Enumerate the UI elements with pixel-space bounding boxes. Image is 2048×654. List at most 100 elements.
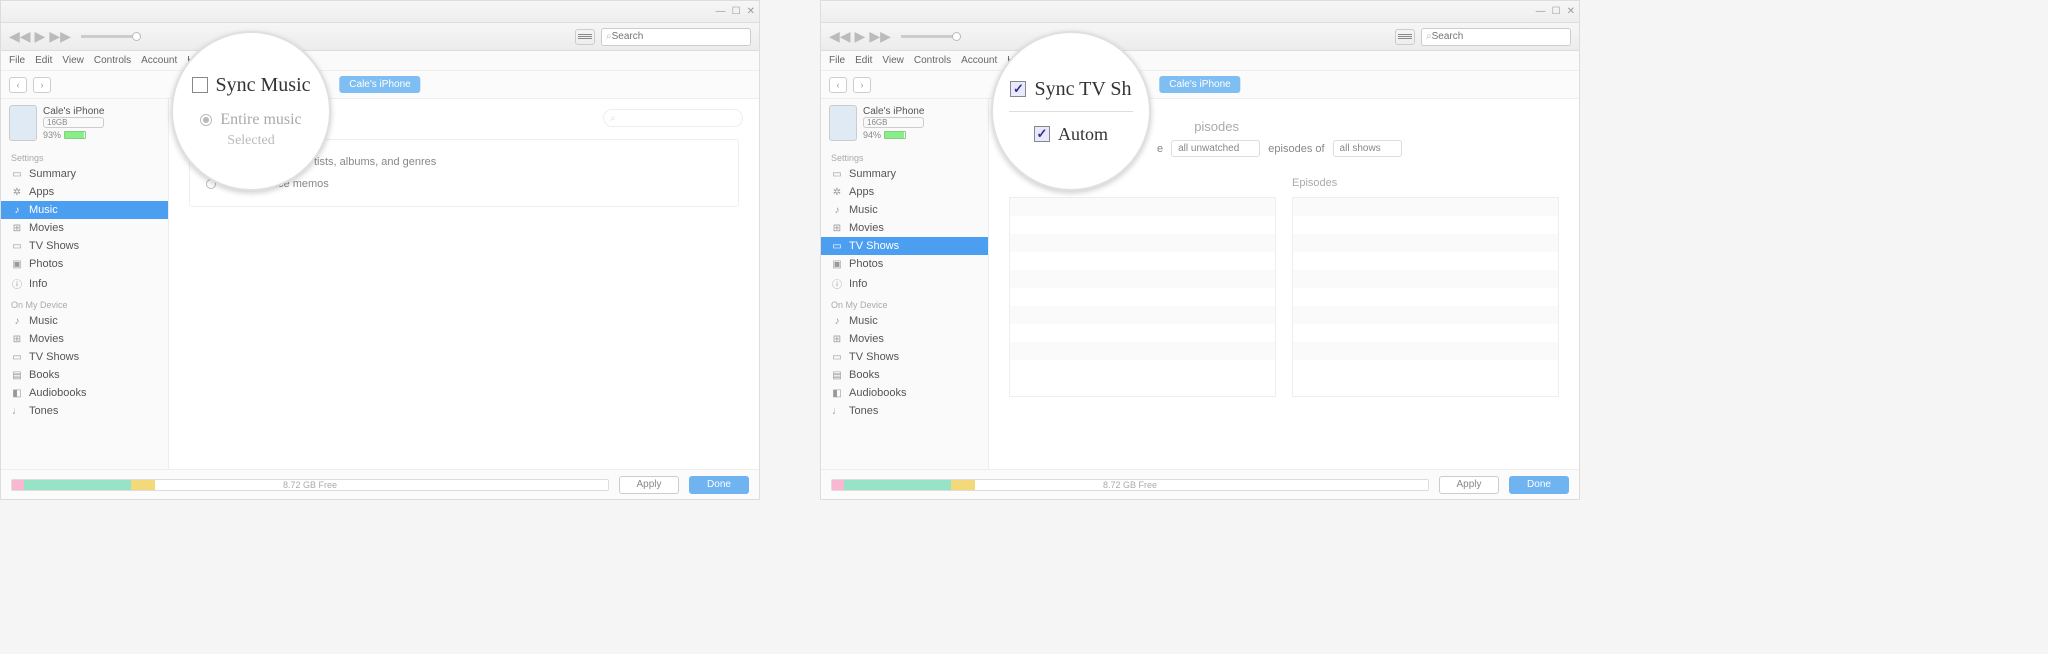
summary-icon: ▭ (831, 169, 843, 180)
sidebar-item-od-audiobooks[interactable]: ◧Audiobooks (821, 384, 988, 402)
sidebar-item-movies[interactable]: ⊞Movies (821, 219, 988, 237)
sidebar-item-od-books[interactable]: ▤Books (1, 366, 168, 384)
sidebar-item-tvshows[interactable]: ▭TV Shows (1, 237, 168, 255)
sidebar-item-od-tones[interactable]: ♩Tones (821, 402, 988, 420)
menu-file[interactable]: File (9, 55, 25, 66)
minimize-button[interactable]: — (1536, 6, 1546, 17)
previous-icon[interactable]: ◀◀ (9, 28, 31, 45)
sidebar-item-music[interactable]: ♪Music (1, 201, 168, 219)
apply-button[interactable]: Apply (619, 476, 679, 494)
titlebar: — ☐ ✕ (821, 1, 1579, 23)
sidebar-item-movies[interactable]: ⊞Movies (1, 219, 168, 237)
tvshows-icon: ▭ (831, 352, 843, 363)
sidebar: Cale's iPhone 16GB 93% Settings ▭Summary… (1, 99, 169, 469)
device-pill[interactable]: Cale's iPhone (1159, 76, 1240, 93)
search-input[interactable]: ⌕ (1421, 28, 1571, 46)
magnifier-lens: Sync TV Sh Autom (991, 31, 1151, 191)
device-name: Cale's iPhone (863, 106, 924, 117)
menubar: File Edit View Controls Account Help (821, 51, 1579, 71)
sidebar-item-od-tvshows[interactable]: ▭TV Shows (821, 348, 988, 366)
volume-slider[interactable] (81, 35, 141, 38)
sidebar-item-od-tones[interactable]: ♩Tones (1, 402, 168, 420)
sidebar-header-settings: Settings (821, 147, 988, 165)
sidebar-item-apps[interactable]: ✲Apps (821, 183, 988, 201)
sidebar-item-music[interactable]: ♪Music (821, 201, 988, 219)
sidebar-item-od-books[interactable]: ▤Books (821, 366, 988, 384)
unwatched-select[interactable]: all unwatched (1171, 140, 1260, 157)
sidebar-item-od-tvshows[interactable]: ▭TV Shows (1, 348, 168, 366)
episodes-list[interactable] (1292, 197, 1559, 397)
sidebar-item-tvshows[interactable]: ▭TV Shows (821, 237, 988, 255)
menu-controls[interactable]: Controls (94, 55, 131, 66)
next-icon[interactable]: ▶▶ (49, 28, 71, 45)
sidebar-item-od-music[interactable]: ♪Music (1, 312, 168, 330)
menu-view[interactable]: View (62, 55, 84, 66)
done-button[interactable]: Done (689, 476, 749, 494)
menu-account[interactable]: Account (141, 55, 177, 66)
sidebar-item-summary[interactable]: ▭Summary (821, 165, 988, 183)
apps-icon: ✲ (831, 187, 843, 198)
minimize-button[interactable]: — (716, 6, 726, 17)
list-view-button[interactable] (1395, 29, 1415, 45)
storage-free-label: 8.72 GB Free (832, 480, 1428, 490)
device-capacity: 16GB (863, 117, 924, 128)
play-icon[interactable]: ▶ (35, 28, 46, 45)
sidebar-item-od-music[interactable]: ♪Music (821, 312, 988, 330)
movies-icon: ⊞ (11, 334, 23, 345)
itunes-window-right: — ☐ ✕ ◀◀ ▶ ▶▶ ⌕ File Edit View Controls … (820, 0, 1580, 500)
close-button[interactable]: ✕ (1567, 6, 1575, 17)
photos-icon: ▣ (831, 259, 843, 270)
volume-slider[interactable] (901, 35, 961, 38)
sidebar-item-od-movies[interactable]: ⊞Movies (1, 330, 168, 348)
menu-file[interactable]: File (829, 55, 845, 66)
sidebar-item-apps[interactable]: ✲Apps (1, 183, 168, 201)
close-button[interactable]: ✕ (747, 6, 755, 17)
sidebar-item-summary[interactable]: ▭Summary (1, 165, 168, 183)
device-banner[interactable]: Cale's iPhone 16GB 94% (821, 99, 988, 147)
list-view-button[interactable] (575, 29, 595, 45)
sidebar-item-photos[interactable]: ▣Photos (1, 255, 168, 273)
device-banner[interactable]: Cale's iPhone 16GB 93% (1, 99, 168, 147)
back-button[interactable]: ‹ (9, 77, 27, 93)
tvshows-icon: ▭ (11, 352, 23, 363)
play-icon[interactable]: ▶ (855, 28, 866, 45)
menu-edit[interactable]: Edit (35, 55, 52, 66)
search-icon: ⌕ (610, 113, 616, 124)
forward-button[interactable]: › (33, 77, 51, 93)
content-search[interactable]: ⌕ (603, 109, 743, 127)
sync-tvshows-checkbox[interactable] (1010, 81, 1026, 97)
battery-pct: 93% (43, 130, 61, 140)
storage-free-label: 8.72 GB Free (12, 480, 608, 490)
shows-list[interactable] (1009, 197, 1276, 397)
sync-music-checkbox[interactable] (192, 77, 208, 93)
auto-include-checkbox[interactable] (1034, 126, 1050, 142)
search-input[interactable]: ⌕ (601, 28, 751, 46)
back-button[interactable]: ‹ (829, 77, 847, 93)
maximize-button[interactable]: ☐ (732, 6, 741, 17)
lens-opt-selected: Selected (227, 133, 274, 149)
txt-episodes-of: episodes of (1268, 143, 1324, 155)
maximize-button[interactable]: ☐ (1552, 6, 1561, 17)
auto-e: e (1157, 143, 1163, 155)
titlebar: — ☐ ✕ (1, 1, 759, 23)
shows-select[interactable]: all shows (1333, 140, 1402, 157)
device-capacity: 16GB (43, 117, 104, 128)
sidebar-item-od-audiobooks[interactable]: ◧Audiobooks (1, 384, 168, 402)
menu-controls[interactable]: Controls (914, 55, 951, 66)
apply-button[interactable]: Apply (1439, 476, 1499, 494)
sidebar-item-photos[interactable]: ▣Photos (821, 255, 988, 273)
device-pill[interactable]: Cale's iPhone (339, 76, 420, 93)
sidebar-item-info[interactable]: ⓘInfo (1, 273, 168, 294)
menu-account[interactable]: Account (961, 55, 997, 66)
previous-icon[interactable]: ◀◀ (829, 28, 851, 45)
next-icon[interactable]: ▶▶ (869, 28, 891, 45)
menu-view[interactable]: View (882, 55, 904, 66)
sidebar-item-info[interactable]: ⓘInfo (821, 273, 988, 294)
music-icon: ♪ (11, 205, 23, 216)
sidebar-item-od-movies[interactable]: ⊞Movies (821, 330, 988, 348)
tones-icon: ♩ (831, 406, 843, 417)
done-button[interactable]: Done (1509, 476, 1569, 494)
menu-edit[interactable]: Edit (855, 55, 872, 66)
forward-button[interactable]: › (853, 77, 871, 93)
storage-bar: 8.72 GB Free (831, 479, 1429, 491)
